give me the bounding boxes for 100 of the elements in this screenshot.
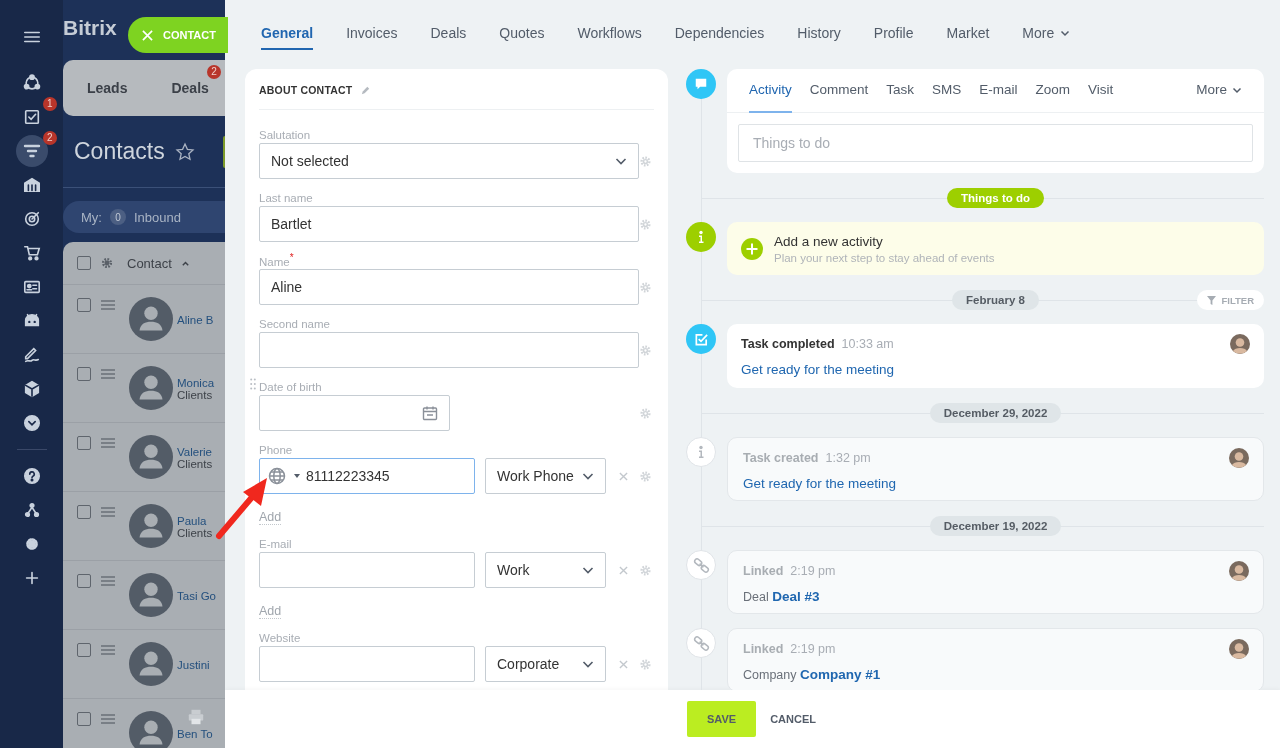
tab[interactable]: History bbox=[797, 18, 841, 50]
phone-input[interactable]: 81112223345 bbox=[304, 468, 456, 484]
contact-link[interactable]: Justini bbox=[177, 658, 210, 671]
text-field[interactable]: Aline bbox=[259, 269, 640, 305]
select-field[interactable]: Not selected bbox=[259, 143, 640, 179]
tab[interactable]: Workflows bbox=[577, 18, 642, 50]
field-label: Salutation bbox=[259, 129, 311, 141]
checkbox-icon bbox=[686, 324, 716, 354]
remove-icon[interactable] bbox=[619, 471, 628, 481]
remove-icon[interactable] bbox=[619, 659, 628, 669]
tab[interactable]: Dependencies bbox=[674, 18, 765, 50]
filter-option[interactable]: Inbound bbox=[133, 209, 181, 225]
column-header[interactable]: Contact bbox=[127, 255, 172, 271]
chevron-down-icon bbox=[1060, 28, 1071, 38]
activity-tab[interactable]: SMS bbox=[932, 68, 962, 113]
save-button[interactable]: SAVE bbox=[687, 701, 757, 737]
field-label: Second name bbox=[259, 318, 330, 330]
event-title: Linked bbox=[743, 642, 784, 656]
drag-handle-icon[interactable] bbox=[250, 378, 256, 390]
remove-icon[interactable] bbox=[619, 565, 628, 575]
type-select[interactable]: Corporate bbox=[485, 646, 606, 682]
drag-handle-icon[interactable] bbox=[101, 507, 115, 517]
nodes-icon[interactable] bbox=[22, 74, 41, 92]
section-title: ABOUT CONTACT bbox=[259, 84, 353, 96]
entity-link[interactable]: Company #1 bbox=[800, 667, 881, 682]
contact-link[interactable]: Ben To bbox=[177, 727, 213, 740]
crm-tab[interactable]: Leads bbox=[87, 80, 128, 96]
type-select[interactable]: Work Phone bbox=[485, 458, 606, 494]
building-icon[interactable] bbox=[22, 176, 41, 194]
event-time: 2:19 pm bbox=[790, 642, 836, 656]
drag-handle-icon[interactable] bbox=[101, 300, 115, 310]
date-field[interactable] bbox=[259, 395, 450, 431]
checkbox[interactable] bbox=[77, 298, 91, 312]
contact-link[interactable]: Valerie bbox=[177, 445, 213, 458]
caret-icon[interactable] bbox=[294, 474, 300, 478]
date-label: December 29, 2022 bbox=[929, 403, 1062, 423]
tab[interactable]: Quotes bbox=[499, 18, 545, 50]
logo-text: Bitrix bbox=[63, 16, 117, 40]
calendar-icon[interactable] bbox=[422, 405, 438, 421]
star-icon[interactable] bbox=[174, 141, 195, 162]
activity-tab[interactable]: Visit bbox=[1088, 68, 1114, 113]
more-tab[interactable]: More bbox=[1196, 68, 1242, 113]
drag-handle-icon[interactable] bbox=[101, 369, 115, 379]
checkbox[interactable] bbox=[77, 367, 91, 381]
crm-tab[interactable]: Deals bbox=[171, 80, 209, 96]
task-link[interactable]: Get ready for the meeting bbox=[743, 476, 897, 491]
text-field[interactable] bbox=[259, 332, 640, 368]
activity-tab[interactable]: Task bbox=[886, 68, 915, 113]
cancel-button[interactable]: CANCEL bbox=[768, 701, 818, 737]
checkbox[interactable] bbox=[77, 436, 91, 450]
phone-field[interactable]: 81112223345 bbox=[259, 458, 475, 494]
cart-icon[interactable] bbox=[22, 244, 41, 262]
signature-icon[interactable] bbox=[22, 346, 41, 364]
entity-link[interactable]: Deal #3 bbox=[772, 589, 820, 604]
checkbox-icon[interactable] bbox=[22, 108, 41, 126]
checkbox[interactable] bbox=[77, 643, 91, 657]
hierarchy-icon[interactable] bbox=[22, 501, 41, 519]
contact-link[interactable]: Paula bbox=[177, 514, 213, 527]
chevron-down-icon[interactable] bbox=[22, 414, 41, 432]
activity-tab[interactable]: Activity bbox=[749, 68, 792, 113]
tab[interactable]: General bbox=[261, 18, 314, 50]
tab[interactable]: Market bbox=[946, 18, 990, 50]
filter-bar[interactable]: My: 0 Inbound bbox=[63, 201, 225, 233]
help-icon[interactable] bbox=[22, 467, 41, 485]
add-activity-card[interactable]: Add a new activity Plan your next step to stay ahead of events bbox=[727, 222, 1264, 275]
avatar bbox=[1230, 334, 1250, 354]
globe-icon[interactable] bbox=[268, 467, 286, 485]
more-tab[interactable]: More bbox=[1022, 18, 1071, 50]
avatar bbox=[1229, 561, 1249, 581]
text-field[interactable] bbox=[259, 646, 475, 682]
cube-icon[interactable] bbox=[22, 380, 41, 398]
activity-input[interactable]: Things to do bbox=[738, 124, 1253, 162]
activity-tab[interactable]: Zoom bbox=[1035, 68, 1071, 113]
contact-link[interactable]: Tasi Go bbox=[177, 589, 216, 602]
contact-link[interactable]: Aline B bbox=[177, 313, 214, 326]
checkbox[interactable] bbox=[77, 256, 91, 270]
checkbox[interactable] bbox=[77, 505, 91, 519]
drag-handle-icon[interactable] bbox=[101, 645, 115, 655]
tab[interactable]: Invoices bbox=[346, 18, 398, 50]
checkbox[interactable] bbox=[77, 712, 91, 726]
text-field[interactable]: Bartlet bbox=[259, 206, 640, 242]
tab[interactable]: Profile bbox=[873, 18, 914, 50]
type-select[interactable]: Work bbox=[485, 552, 606, 588]
tab[interactable]: Deals bbox=[430, 18, 467, 50]
checkbox[interactable] bbox=[77, 574, 91, 588]
text-field[interactable] bbox=[259, 552, 475, 588]
filter-label: My: bbox=[81, 209, 102, 225]
drag-handle-icon[interactable] bbox=[101, 438, 115, 448]
target-icon[interactable] bbox=[22, 210, 41, 228]
drag-handle-icon[interactable] bbox=[101, 576, 115, 586]
pencil-icon[interactable] bbox=[360, 84, 372, 96]
contact-link[interactable]: Monica bbox=[177, 376, 215, 389]
task-link[interactable]: Get ready for the meeting bbox=[741, 362, 895, 377]
printer-icon[interactable] bbox=[187, 708, 205, 726]
funnel-icon[interactable] bbox=[15, 135, 48, 167]
drag-handle-icon[interactable] bbox=[101, 714, 115, 724]
field-label: Date of birth bbox=[259, 381, 322, 393]
id-card-icon[interactable] bbox=[22, 278, 41, 296]
activity-tab[interactable]: Comment bbox=[809, 68, 869, 113]
activity-tab[interactable]: E-mail bbox=[979, 68, 1018, 113]
